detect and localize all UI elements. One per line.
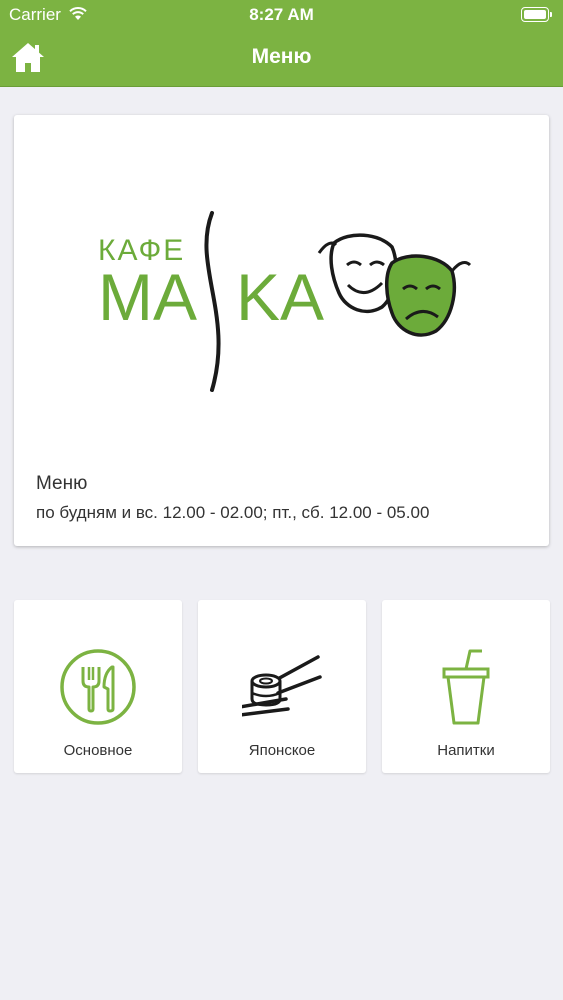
status-time: 8:27 AM (249, 5, 314, 24)
tragedy-mask-icon (385, 254, 472, 337)
category-label: Основное (63, 742, 133, 759)
card-title: Меню (36, 473, 88, 494)
drink-cup-icon (442, 649, 490, 725)
battery-icon (521, 7, 552, 22)
logo-ma-text: MA (98, 260, 197, 334)
category-main[interactable]: Основное (14, 600, 182, 773)
menu-card[interactable]: КАФЕ MA KA Меню по будням и вс. 12.00 - … (14, 115, 549, 546)
navigation-bar: Меню (0, 30, 563, 87)
category-label: Напитки (437, 742, 495, 759)
logo-swoosh (204, 211, 221, 392)
cafe-logo: КАФЕ MA KA (98, 211, 472, 392)
comedy-mask-icon (317, 233, 398, 314)
category-label: Японское (248, 742, 316, 759)
status-bar: Carrier 8:27 AM (0, 0, 563, 30)
page-title: Меню (251, 45, 312, 68)
category-japanese[interactable]: Японское (198, 600, 366, 773)
sushi-chopsticks-icon (242, 655, 322, 717)
fork-knife-icon (60, 649, 136, 725)
category-drinks[interactable]: Напитки (382, 600, 550, 773)
card-hours: по будням и вс. 12.00 - 02.00; пт., сб. … (36, 503, 430, 522)
logo-ka-text: KA (236, 260, 324, 334)
